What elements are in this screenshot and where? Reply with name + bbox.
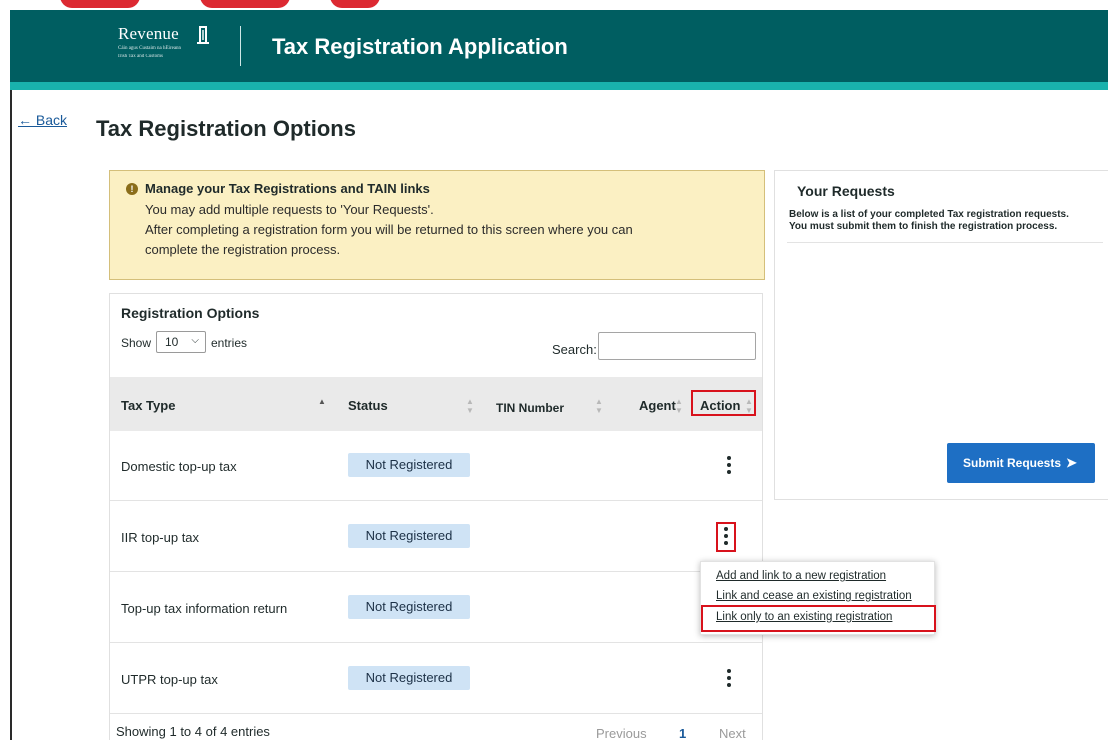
kebab-menu-icon[interactable]: [716, 522, 736, 552]
back-link[interactable]: ← Back: [18, 112, 67, 128]
header-divider: [240, 26, 241, 66]
table-row: Domestic top-up tax Not Registered: [110, 431, 762, 501]
table-row: Top-up tax information return Not Regist…: [110, 573, 762, 643]
logo-text: Revenue: [118, 24, 179, 43]
pagination-page[interactable]: 1: [679, 726, 686, 740]
table-row: UTPR top-up tax Not Registered: [110, 644, 762, 714]
registration-options-panel: Registration Options Show 10 ⌵ entries S…: [109, 293, 763, 740]
status-badge: Not Registered: [348, 595, 470, 619]
kebab-menu-icon[interactable]: [723, 453, 735, 479]
annotation-mark: [330, 0, 380, 8]
header-accent-bar: [10, 82, 1108, 90]
notice-text: After completing a registration form you…: [145, 222, 633, 237]
requests-text: Below is a list of your completed Tax re…: [789, 209, 1069, 220]
annotation-mark: [60, 0, 140, 8]
chevron-down-icon: ⌵: [191, 335, 199, 346]
pagination-previous[interactable]: Previous: [596, 726, 647, 740]
sort-arrows-icon[interactable]: ▲ ▼: [595, 397, 603, 415]
tax-type-cell: Domestic top-up tax: [121, 459, 237, 474]
your-requests-panel: Your Requests Below is a list of your co…: [774, 170, 1108, 500]
panel-title: Registration Options: [121, 305, 260, 321]
submit-label: Submit Requests: [963, 456, 1062, 470]
page: Revenue Cáin agus Custaim na hÉireann Ir…: [0, 0, 1108, 740]
frame-border: [10, 90, 12, 740]
page-title: Tax Registration Options: [96, 116, 356, 141]
sort-arrows-icon[interactable]: ▲ ▼: [466, 397, 474, 415]
logo-subtext: Cáin agus Custaim na hÉireann: [118, 46, 182, 51]
column-header-tax-type[interactable]: Tax Type: [121, 398, 175, 413]
notice-text: complete the registration process.: [145, 242, 341, 257]
show-label: Show: [121, 336, 152, 350]
search-label: Search:: [552, 342, 597, 357]
status-badge: Not Registered: [348, 524, 470, 548]
app-title: Tax Registration Application: [272, 34, 568, 59]
sort-asc-icon[interactable]: ▲: [318, 397, 326, 406]
tax-type-cell: UTPR top-up tax: [121, 672, 218, 687]
kebab-menu-icon[interactable]: [723, 666, 735, 692]
revenue-logo[interactable]: Revenue Cáin agus Custaim na hÉireann Ir…: [118, 24, 230, 68]
entries-label: entries: [211, 336, 248, 350]
column-header-agent[interactable]: Agent: [639, 398, 676, 413]
table-header: Tax Type ▲ Status ▲ ▼ TIN Number ▲ ▼ Agent…: [110, 377, 762, 431]
send-arrow-icon: ➤: [1066, 455, 1077, 470]
column-header-tin-number[interactable]: TIN Number: [496, 401, 564, 415]
notice-text: You may add multiple requests to 'Your R…: [145, 202, 434, 217]
requests-text: You must submit them to finish the regis…: [789, 221, 1058, 232]
entries-info: Showing 1 to 4 of 4 entries: [116, 724, 270, 739]
table-row: IIR top-up tax Not Registered: [110, 502, 762, 572]
notice-title: Manage your Tax Registrations and TAIN l…: [145, 181, 430, 196]
pagination-next[interactable]: Next: [719, 726, 746, 740]
info-circle-icon: !: [126, 183, 138, 195]
search-input[interactable]: [598, 332, 756, 360]
requests-title: Your Requests: [797, 183, 895, 199]
action-dropdown-menu: Add and link to a new registration Link …: [700, 561, 936, 635]
logo-subtext: Irish Tax and Customs: [118, 54, 163, 59]
entries-value: 10: [165, 335, 179, 349]
annotation-highlight: [691, 390, 756, 416]
status-badge: Not Registered: [348, 666, 470, 690]
table-footer: Showing 1 to 4 of 4 entries Previous 1 N…: [110, 721, 762, 740]
tax-type-cell: Top-up tax information return: [121, 601, 288, 616]
menu-item-add-and-link[interactable]: Add and link to a new registration: [716, 570, 886, 582]
sort-arrows-icon[interactable]: ▲ ▼: [675, 397, 683, 415]
status-badge: Not Registered: [348, 453, 470, 477]
harp-icon: [197, 26, 209, 44]
entries-select[interactable]: 10 ⌵: [156, 331, 206, 353]
divider: [787, 242, 1103, 243]
info-notice: ! Manage your Tax Registrations and TAIN…: [109, 170, 765, 280]
column-header-status[interactable]: Status: [348, 398, 388, 413]
annotation-highlight: [701, 605, 936, 632]
tax-type-cell: IIR top-up tax: [121, 530, 200, 545]
submit-requests-button[interactable]: Submit Requests ➤: [947, 443, 1095, 483]
annotation-mark: [200, 0, 290, 8]
menu-item-link-and-cease[interactable]: Link and cease an existing registration: [716, 590, 912, 602]
